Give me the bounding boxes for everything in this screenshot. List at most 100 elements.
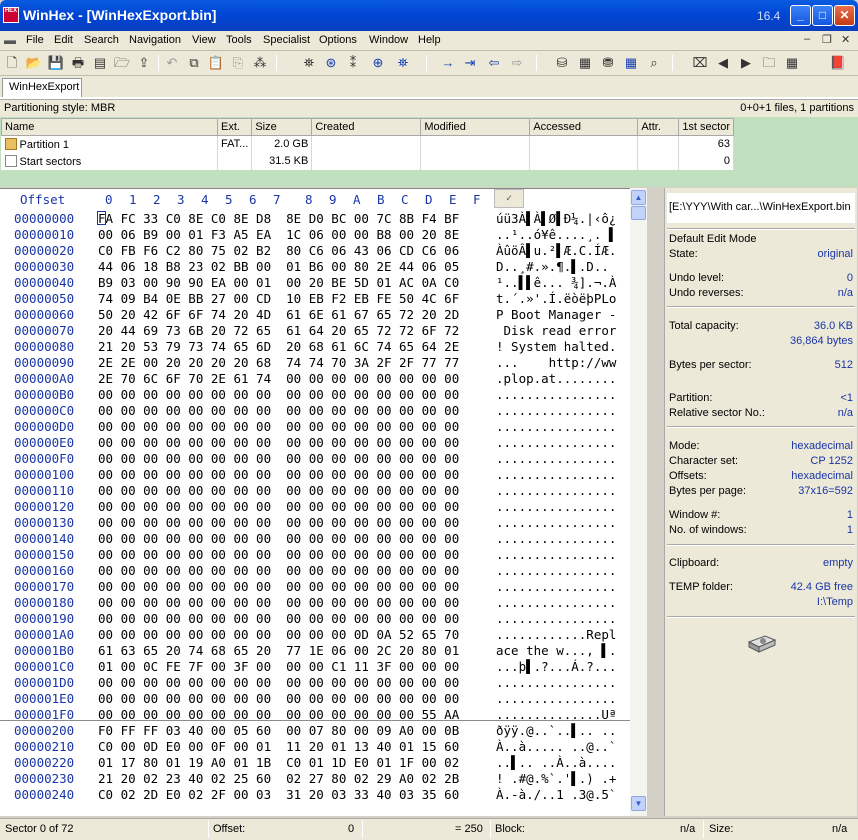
open-folder-icon[interactable]: 🗁 [113,54,131,72]
goto-offset-icon[interactable]: → [439,54,457,72]
hex-row[interactable]: 000000A0 2E 70 6C 6F 70 2E 61 74 00 00 00… [0,371,630,387]
col-created[interactable]: Created [311,118,422,136]
menu-help[interactable]: Help [418,34,441,46]
row-text[interactable]: ................ [496,579,626,594]
hex-row[interactable]: 00000090 2E 2E 00 20 20 20 20 68 74 74 70… [0,355,630,371]
row-text[interactable]: ................ [496,611,626,626]
scroll-up-icon[interactable]: ▲ [631,190,646,205]
row-text[interactable]: À.-à./..1 .3@.5` [496,787,626,802]
hex-row[interactable]: 00000110 00 00 00 00 00 00 00 00 00 00 00… [0,483,630,499]
hex-row[interactable]: 000000E0 00 00 00 00 00 00 00 00 00 00 00… [0,435,630,451]
row-text[interactable]: ................ [496,547,626,562]
replace-hex-icon[interactable]: ⊕ [369,54,387,72]
open-disk-icon[interactable]: ⛁ [553,54,571,72]
row-hex-bytes[interactable]: 00 00 00 00 00 00 00 00 00 00 00 00 00 0… [98,419,459,434]
row-text[interactable]: ................ [496,499,626,514]
row-text[interactable]: ................ [496,467,626,482]
prev-icon[interactable]: ◀ [714,54,732,72]
row-text[interactable]: ... http://ww [496,355,626,370]
row-text[interactable]: Disk read error [496,323,626,338]
row-hex-bytes[interactable]: C0 FB F6 C2 80 75 02 B2 80 C6 06 43 06 C… [98,243,459,258]
menu-specialist[interactable]: Specialist [263,34,310,46]
row-text[interactable]: úü3À▌À▌Ø▌Ð¼.|‹ô¿ [496,211,626,226]
row-text[interactable]: .plop.at........ [496,371,626,386]
row-hex-bytes[interactable]: 00 00 00 00 00 00 00 00 00 00 00 00 00 0… [98,515,459,530]
hex-row[interactable]: 000001B0 61 63 65 20 74 68 65 20 77 1E 06… [0,643,630,659]
row-text[interactable]: ................ [496,387,626,402]
charset-value[interactable]: CP 1252 [810,455,853,467]
grid-icon[interactable]: ▦ [783,54,801,72]
menu-tools[interactable]: Tools [226,34,252,46]
disk-tools-icon[interactable]: ⛃ [599,54,617,72]
row-hex-bytes[interactable]: 01 17 80 01 19 A0 01 1B C0 01 1D E0 01 1… [98,755,459,770]
menu-search[interactable]: Search [84,34,119,46]
row-text[interactable]: ................ [496,691,626,706]
row-text[interactable]: ................ [496,675,626,690]
hex-row[interactable]: 000001C0 01 00 0C FE 7F 00 3F 00 00 00 C1… [0,659,630,675]
hex-row[interactable]: 000001E0 00 00 00 00 00 00 00 00 00 00 00… [0,691,630,707]
row-hex-bytes[interactable]: 50 20 42 6F 6F 74 20 4D 61 6E 61 67 65 7… [98,307,459,322]
hex-row[interactable]: 000001A0 00 00 00 00 00 00 00 00 00 00 00… [0,627,630,643]
back-arrow-icon[interactable]: ⇦ [485,54,503,72]
menu-file[interactable]: File [26,34,44,46]
hex-row[interactable]: 00000100 00 00 00 00 00 00 00 00 00 00 00… [0,467,630,483]
hex-row[interactable]: 00000000 FA FC 33 C0 8E C0 8E D8 8E D0 BC… [0,211,630,227]
menu-edit[interactable]: Edit [54,34,73,46]
paste-zero-icon[interactable]: ⎘ [229,54,247,72]
row-hex-bytes[interactable]: C0 00 0D E0 00 0F 00 01 11 20 01 13 40 0… [98,739,459,754]
col-first-sector[interactable]: 1st sector [678,118,734,136]
row-text[interactable]: ................ [496,483,626,498]
row-hex-bytes[interactable]: 00 00 00 00 00 00 00 00 00 00 00 00 00 0… [98,611,459,626]
row-hex-bytes[interactable]: 00 00 00 00 00 00 00 00 00 00 00 00 00 0… [98,579,459,594]
copy-block-icon[interactable]: ⧉ [185,54,203,72]
hex-row[interactable]: 00000200 F0 FF FF 03 40 00 05 60 00 07 80… [0,723,630,739]
col-attr[interactable]: Attr. [637,118,680,136]
hex-row[interactable]: 00000140 00 00 00 00 00 00 00 00 00 00 00… [0,531,630,547]
row-text[interactable]: ................ [496,531,626,546]
row-hex-bytes[interactable]: 00 00 00 00 00 00 00 00 00 00 00 00 00 0… [98,595,459,610]
doc-minimize-icon[interactable]: – [804,33,810,45]
row-hex-bytes[interactable]: 01 00 0C FE 7F 00 3F 00 00 00 C1 11 3F 0… [98,659,459,674]
row-hex-bytes[interactable]: 00 00 00 00 00 00 00 00 00 00 00 00 00 0… [98,499,459,514]
binary-icon[interactable]: ⁂ [251,54,269,72]
row-hex-bytes[interactable]: 74 09 B4 0E BB 27 00 CD 10 EB F2 EB FE 5… [98,291,459,306]
row-text[interactable]: ¹..▌▌ê... ¾].¬.À [496,275,626,290]
row-text[interactable]: ................ [496,595,626,610]
table-row[interactable]: Start sectors 31.5 KB 0 [1,152,734,170]
mode-value[interactable]: hexadecimal [791,440,853,452]
hex-row[interactable]: 00000190 00 00 00 00 00 00 00 00 00 00 00… [0,611,630,627]
goto-sector-icon[interactable]: ⇥ [461,54,479,72]
undo-icon[interactable]: ↶ [163,54,181,72]
open-file-icon[interactable]: 📂 [25,54,43,72]
find-text-icon[interactable]: ⛯ [300,54,318,72]
row-hex-bytes[interactable]: 00 00 00 00 00 00 00 00 00 00 00 0D 0A 5… [98,627,459,642]
hex-row[interactable]: 000000F0 00 00 00 00 00 00 00 00 00 00 00… [0,451,630,467]
hex-row[interactable]: 00000120 00 00 00 00 00 00 00 00 00 00 00… [0,499,630,515]
state-value[interactable]: original [818,248,853,260]
folder-icon[interactable]: 🗀 [760,54,778,72]
scroll-thumb[interactable] [631,206,646,220]
table-row[interactable]: Partition 1 FAT... 2.0 GB 63 [1,135,734,153]
row-text[interactable]: À..à..... ..@..` [496,739,626,754]
row-hex-bytes[interactable]: 2E 2E 00 20 20 20 20 68 74 74 70 3A 2F 2… [98,355,459,370]
export-icon[interactable]: ⇪ [135,54,153,72]
hex-row[interactable]: 00000130 00 00 00 00 00 00 00 00 00 00 00… [0,515,630,531]
new-file-icon[interactable]: 🗋 [3,54,21,72]
search-icon[interactable]: ⌕ [645,54,663,72]
row-hex-bytes[interactable]: 00 00 00 00 00 00 00 00 00 00 00 00 00 0… [98,403,459,418]
row-text[interactable]: ................ [496,403,626,418]
menu-options[interactable]: Options [319,34,357,46]
row-hex-bytes[interactable]: 00 00 00 00 00 00 00 00 00 00 00 00 00 0… [98,675,459,690]
clear-icon[interactable]: ⌧ [691,54,709,72]
ram-icon[interactable]: ▦ [576,54,594,72]
hex-editor[interactable]: Offset 0 1 2 3 4 5 6 7 8 9 A B C D E F ✓… [0,188,630,816]
hex-row[interactable]: 000001D0 00 00 00 00 00 00 00 00 00 00 00… [0,675,630,691]
row-hex-bytes[interactable]: 61 63 65 20 74 68 65 20 77 1E 06 00 2C 2… [98,643,459,658]
hex-row[interactable]: 00000160 00 00 00 00 00 00 00 00 00 00 00… [0,563,630,579]
calculator-icon[interactable]: ▦ [622,54,640,72]
col-name[interactable]: Name [1,118,218,136]
hex-row[interactable]: 00000210 C0 00 0D E0 00 0F 00 01 11 20 01… [0,739,630,755]
row-text[interactable]: ............Repl [496,627,626,642]
hex-row[interactable]: 00000150 00 00 00 00 00 00 00 00 00 00 00… [0,547,630,563]
next-icon[interactable]: ▶ [737,54,755,72]
